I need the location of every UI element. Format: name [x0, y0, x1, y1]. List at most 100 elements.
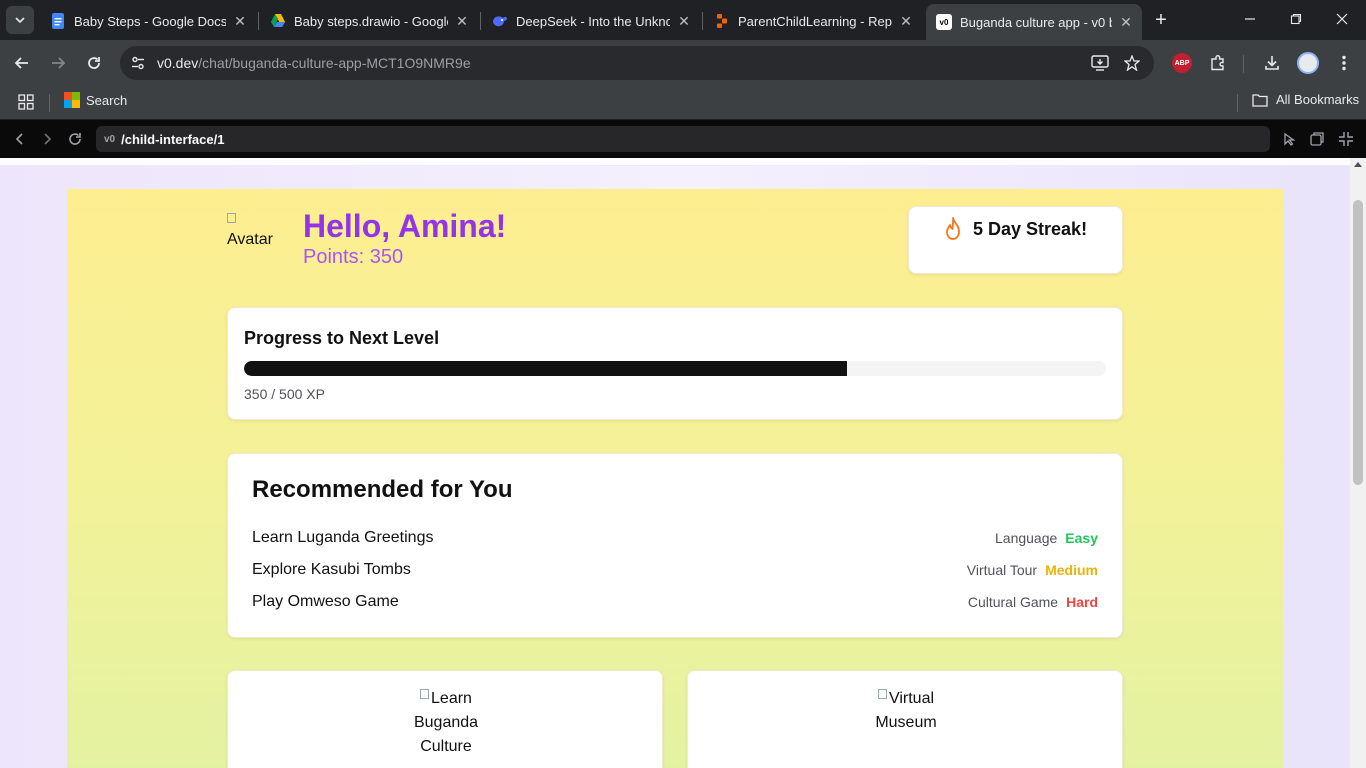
- restore-button[interactable]: [1284, 8, 1308, 32]
- activity-type: Cultural Game: [967, 594, 1059, 610]
- url-text: v0.dev/chat/buganda-culture-app-MCT1O9NM…: [157, 55, 471, 71]
- install-app-button[interactable]: [1088, 51, 1112, 75]
- tab-title: Buganda culture app - v0 by: [960, 14, 1112, 30]
- tile-image: Virtual Museum: [856, 687, 956, 735]
- difficulty-badge: Hard: [1066, 594, 1098, 610]
- site-settings-icon[interactable]: [130, 55, 146, 71]
- puzzle-icon: [1211, 55, 1224, 71]
- chevron-down-icon: [15, 17, 25, 24]
- preview-path: /child-interface/1: [121, 131, 225, 147]
- reload-icon: [69, 133, 81, 145]
- all-bookmarks-button[interactable]: All Bookmarks: [1252, 92, 1359, 107]
- preview-reload-button[interactable]: [65, 129, 85, 149]
- toolbar-divider: [1243, 55, 1244, 73]
- tab-title: DeepSeek - Into the Unknow: [516, 13, 670, 29]
- bookmarks-bar: Search All Bookmarks: [0, 86, 1366, 120]
- downloads-button[interactable]: [1260, 51, 1284, 75]
- scrollbar-thumb[interactable]: [1353, 200, 1363, 485]
- close-icon[interactable]: ✕: [898, 13, 914, 29]
- bookmark-star-button[interactable]: [1120, 51, 1144, 75]
- difficulty-badge: Medium: [1045, 562, 1098, 578]
- broken-image-icon: [227, 213, 236, 223]
- tile-alt-line: Culture: [420, 738, 472, 755]
- exit-fullscreen-button[interactable]: [1336, 129, 1356, 149]
- bookmark-divider: [49, 94, 50, 112]
- open-new-window-button[interactable]: [1307, 129, 1327, 149]
- progress-bar-fill: [244, 361, 848, 376]
- avatar: Avatar: [227, 213, 277, 263]
- close-icon[interactable]: ✕: [232, 13, 248, 29]
- pointer-select-icon: [1284, 132, 1296, 146]
- new-tab-button[interactable]: +: [1150, 9, 1172, 31]
- recommended-item[interactable]: Explore Kasubi Tombs Virtual Tour Medium: [252, 558, 1098, 582]
- adblock-extension[interactable]: ABP: [1170, 51, 1194, 75]
- select-element-button[interactable]: [1279, 129, 1299, 149]
- google-docs-icon: [52, 13, 64, 29]
- learn-culture-tile[interactable]: Learn Buganda Culture: [227, 670, 663, 768]
- bookmark-search[interactable]: Search: [64, 92, 127, 108]
- close-icon[interactable]: ✕: [1118, 14, 1134, 30]
- browser-toolbar: v0.dev/chat/buganda-culture-app-MCT1O9NM…: [0, 40, 1366, 86]
- close-icon[interactable]: ✕: [676, 13, 692, 29]
- apps-grid-icon[interactable]: [18, 94, 34, 110]
- forward-button[interactable]: [44, 49, 72, 77]
- bookmark-divider: [1237, 94, 1238, 112]
- flame-icon: [946, 217, 960, 240]
- profile-button[interactable]: [1296, 51, 1320, 75]
- google-drive-icon: [271, 14, 285, 27]
- v0-icon: v0: [936, 14, 952, 30]
- more-vertical-icon: [1342, 55, 1346, 71]
- virtual-museum-tile[interactable]: Virtual Museum: [687, 670, 1123, 768]
- progress-title: Progress to Next Level: [244, 328, 440, 348]
- browser-menu-button[interactable]: [1332, 51, 1356, 75]
- extensions-button[interactable]: [1206, 51, 1230, 75]
- tab-strip: Baby Steps - Google Docs ✕ Baby steps.dr…: [0, 0, 1366, 40]
- recommended-card: Recommended for You Learn Luganda Greeti…: [227, 453, 1123, 638]
- tab-title: Baby Steps - Google Docs: [74, 13, 226, 29]
- recommended-item[interactable]: Play Omweso Game Cultural Game Hard: [252, 590, 1098, 614]
- minimize-icon: [1245, 18, 1255, 20]
- points-label: Points: 350: [303, 246, 404, 268]
- activity-name: Learn Luganda Greetings: [252, 529, 434, 546]
- tab-google-docs[interactable]: Baby Steps - Google Docs ✕: [40, 6, 256, 36]
- activity-name: Explore Kasubi Tombs: [252, 561, 411, 578]
- page-scrollbar[interactable]: [1350, 158, 1366, 768]
- tab-title: Baby steps.drawio - Google D: [294, 13, 448, 29]
- reload-button[interactable]: [80, 49, 108, 77]
- bookmark-search-label: Search: [86, 92, 128, 108]
- download-icon: [1265, 56, 1279, 70]
- preview-url-field[interactable]: v0 /child-interface/1: [96, 126, 1270, 152]
- tab-divider: [480, 12, 481, 30]
- page-top-edge: [0, 158, 1350, 166]
- streak-label: 5 Day Streak!: [973, 218, 1088, 239]
- tab-divider: [258, 12, 259, 30]
- tab-v0-active[interactable]: v0 Buganda culture app - v0 by ✕: [926, 4, 1142, 40]
- streak-card: 5 Day Streak!: [908, 206, 1123, 274]
- deepseek-icon: [493, 16, 507, 27]
- preview-back-button[interactable]: [10, 129, 30, 149]
- search-favicon-icon: [64, 92, 80, 108]
- url-path: /chat/buganda-culture-app-MCT1O9NMR9e: [198, 55, 471, 71]
- profile-avatar-icon: [1297, 52, 1319, 74]
- address-bar[interactable]: v0.dev/chat/buganda-culture-app-MCT1O9NM…: [120, 46, 1154, 80]
- v0-logo-icon: v0: [104, 133, 116, 145]
- activity-type: Language: [995, 530, 1058, 546]
- preview-forward-button[interactable]: [37, 129, 57, 149]
- tab-divider: [702, 12, 703, 30]
- arrow-left-icon: [14, 57, 28, 69]
- broken-image-icon: [420, 689, 430, 699]
- activity-name: Play Omweso Game: [252, 593, 399, 610]
- tab-deepseek[interactable]: DeepSeek - Into the Unknow ✕: [482, 6, 700, 36]
- difficulty-badge: Easy: [1065, 530, 1098, 546]
- close-icon[interactable]: ✕: [454, 13, 470, 29]
- back-button[interactable]: [8, 49, 36, 77]
- tab-search-button[interactable]: [6, 6, 34, 34]
- scroll-up-icon[interactable]: [1354, 162, 1362, 167]
- tile-alt-line: Virtual: [888, 690, 935, 707]
- close-window-button[interactable]: [1330, 8, 1354, 32]
- recommended-item[interactable]: Learn Luganda Greetings Language Easy: [252, 526, 1098, 550]
- avatar-alt-text: Avatar: [227, 231, 273, 248]
- minimize-button[interactable]: [1238, 8, 1262, 32]
- tab-replit[interactable]: ParentChildLearning - Replit ✕: [704, 6, 922, 36]
- tab-google-drive[interactable]: Baby steps.drawio - Google D ✕: [260, 6, 478, 36]
